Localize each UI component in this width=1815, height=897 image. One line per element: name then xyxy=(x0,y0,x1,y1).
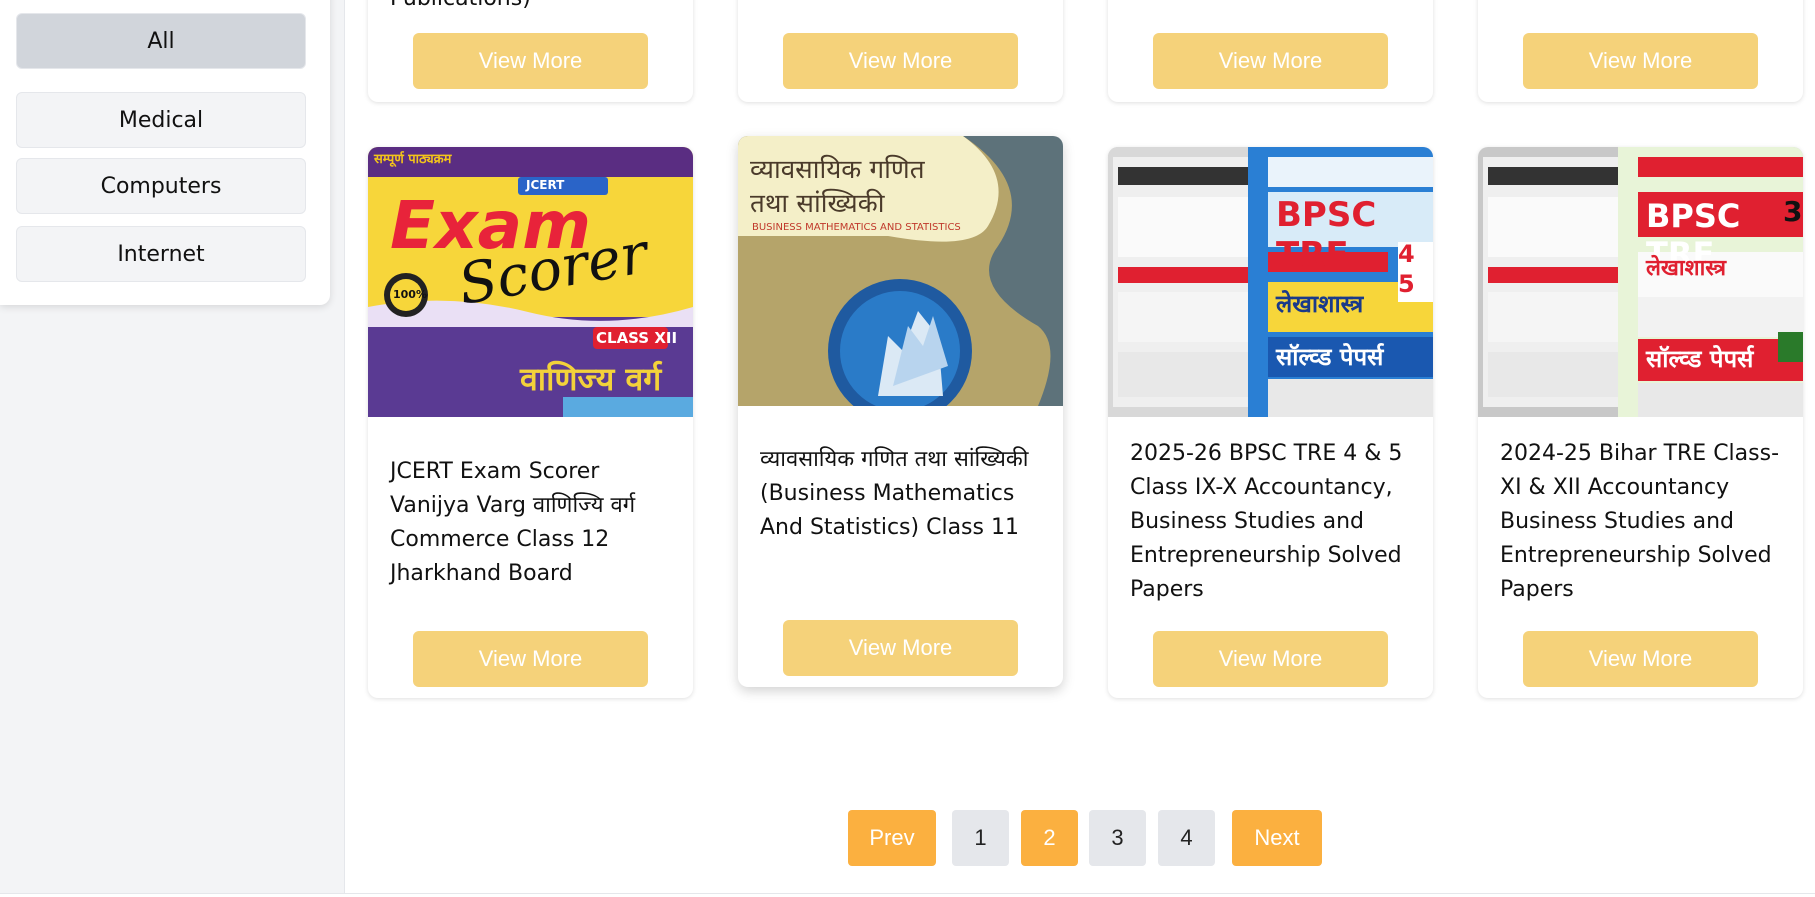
product-card: View More xyxy=(1108,0,1433,102)
view-more-button[interactable]: View More xyxy=(1523,33,1758,89)
pagination-page-2[interactable]: 2 xyxy=(1021,810,1078,866)
product-card: Publications) View More xyxy=(368,0,693,102)
cover-hindi-subject: लेखाशास्त्र xyxy=(1646,256,1726,281)
cover-hindi-title-2: तथा सांख्यिकी xyxy=(750,189,885,219)
cover-hindi-subject: लेखाशास्त्र xyxy=(1276,290,1364,318)
cover-english-title: BUSINESS MATHEMATICS AND STATISTICS xyxy=(752,222,961,233)
product-card[interactable]: BPSC TRE 3 लेखाशास्त्र सॉल्व्ड पेपर्स 20… xyxy=(1478,147,1803,698)
cover-hindi-solved: सॉल्व्ड पेपर्स xyxy=(1276,343,1384,371)
cover-badge: 100% xyxy=(393,288,427,301)
product-cover-image[interactable]: व्यावसायिक गणित तथा सांख्यिकी BUSINESS M… xyxy=(738,136,1063,406)
view-more-button[interactable]: View More xyxy=(783,620,1018,676)
cover-number: 4 5 xyxy=(1398,240,1415,298)
footer-divider xyxy=(0,893,1815,894)
product-card[interactable]: व्यावसायिक गणित तथा सांख्यिकी BUSINESS M… xyxy=(738,136,1063,687)
product-card[interactable]: सम्पूर्ण पाठ्यक्रम JCERT Exam Scorer 100… xyxy=(368,147,693,698)
category-internet-button[interactable]: Internet xyxy=(16,226,306,282)
cover-subject: वाणिज्य वर्ग xyxy=(520,360,662,398)
product-title: Publications) xyxy=(390,0,531,11)
product-title[interactable]: JCERT Exam Scorer Vanijya Varg वाणिज्यि … xyxy=(390,455,671,591)
category-computers-button[interactable]: Computers xyxy=(16,158,306,214)
product-cover-image[interactable]: सम्पूर्ण पाठ्यक्रम JCERT Exam Scorer 100… xyxy=(368,147,693,417)
product-card[interactable]: BPSC TRE 4 5 लेखाशास्त्र सॉल्व्ड पेपर्स … xyxy=(1108,147,1433,698)
category-all-button[interactable]: All xyxy=(16,13,306,69)
pagination-next-button[interactable]: Next xyxy=(1232,810,1322,866)
category-medical-button[interactable]: Medical xyxy=(16,92,306,148)
cover-number: 3 xyxy=(1783,195,1803,228)
cover-publisher: सम्पूर्ण पाठ्यक्रम xyxy=(374,152,452,167)
product-title[interactable]: 2024-25 Bihar TRE Class-XI & XII Account… xyxy=(1500,437,1781,607)
cover-hindi-title-1: व्यावसायिक गणित xyxy=(750,155,925,185)
product-title[interactable]: व्यावसायिक गणित तथा सांख्यिकी (Business … xyxy=(760,443,1041,545)
pagination-page-3[interactable]: 3 xyxy=(1089,810,1146,866)
pagination-page-1[interactable]: 1 xyxy=(952,810,1009,866)
cover-hindi-solved: सॉल्व्ड पेपर्स xyxy=(1646,345,1754,373)
product-cover-image[interactable]: BPSC TRE 4 5 लेखाशास्त्र सॉल्व्ड पेपर्स xyxy=(1108,147,1433,417)
view-more-button[interactable]: View More xyxy=(413,631,648,687)
view-more-button[interactable]: View More xyxy=(413,33,648,89)
category-filter-panel: All Medical Computers Internet xyxy=(0,0,330,305)
cover-class: CLASS XII xyxy=(596,329,678,347)
pagination-prev-button[interactable]: Prev xyxy=(848,810,936,866)
view-more-button[interactable]: View More xyxy=(1153,33,1388,89)
view-more-button[interactable]: View More xyxy=(783,33,1018,89)
view-more-button[interactable]: View More xyxy=(1153,631,1388,687)
product-card: View More xyxy=(1478,0,1803,102)
product-title[interactable]: 2025-26 BPSC TRE 4 & 5 Class IX-X Accoun… xyxy=(1130,437,1411,607)
view-more-button[interactable]: View More xyxy=(1523,631,1758,687)
product-cover-image[interactable]: BPSC TRE 3 लेखाशास्त्र सॉल्व्ड पेपर्स xyxy=(1478,147,1803,417)
pagination-page-4[interactable]: 4 xyxy=(1158,810,1215,866)
product-card: View More xyxy=(738,0,1063,102)
